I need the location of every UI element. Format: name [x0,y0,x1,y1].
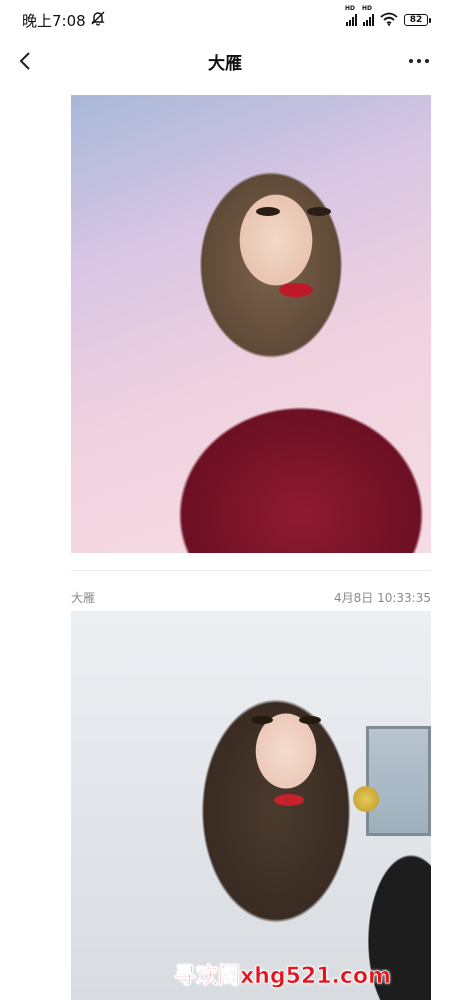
nav-bar: 大雁 [0,40,450,82]
more-horizontal-icon [409,59,429,63]
post-meta: 大雁 4月8日 10:33:35 [71,587,431,607]
post-image-2[interactable] [71,611,431,1000]
flowers-shape [353,786,379,812]
status-time: 晚上7:08 [22,11,86,30]
eye-shape [299,716,321,724]
status-right: HD HD 82 [345,5,431,30]
mute-icon [90,10,106,30]
lips-shape [279,283,313,297]
status-left: 晚上7:08 [22,10,106,31]
eye-shape [307,207,331,216]
battery-level: 82 [409,15,423,25]
more-button[interactable] [404,48,434,74]
battery-icon: 82 [404,14,431,26]
back-button[interactable] [12,48,38,74]
lips-shape [274,794,304,806]
window-shape [366,726,431,836]
post-timestamp: 4月8日 10:33:35 [334,590,431,605]
post-divider [71,570,431,571]
signal-icon: HD [362,5,374,26]
eye-shape [256,207,280,216]
status-bar: 晚上7:08 HD HD 82 [0,0,450,40]
watermark: 寻欢阁xhg521.com [174,964,392,990]
page-title: 大雁 [208,53,242,74]
eye-shape [251,716,273,724]
post-image-1[interactable] [71,95,431,553]
wifi-icon [380,11,398,30]
chevron-left-icon [19,52,30,70]
signal-icon: HD [345,5,357,26]
post-author[interactable]: 大雁 [71,589,95,606]
